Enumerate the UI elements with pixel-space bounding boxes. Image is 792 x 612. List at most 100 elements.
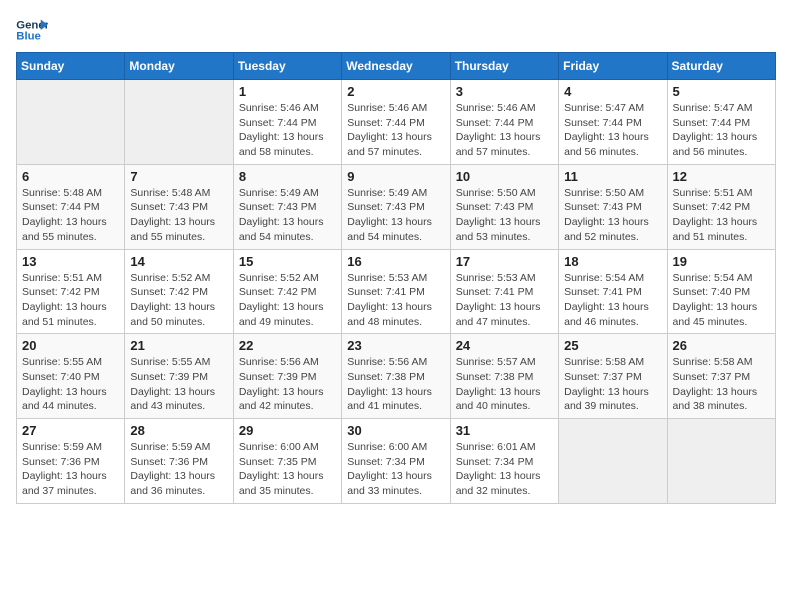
calendar-cell: 16 Sunrise: 5:53 AMSunset: 7:41 PMDayligh… bbox=[342, 249, 450, 334]
day-number: 25 bbox=[564, 338, 661, 353]
logo-icon: General Blue bbox=[16, 16, 48, 44]
weekday-header-sunday: Sunday bbox=[17, 53, 125, 80]
day-info: Sunrise: 5:56 AMSunset: 7:39 PMDaylight:… bbox=[239, 355, 336, 414]
calendar-cell: 20Sunrise: 5:55 AMSunset: 7:40 PMDayligh… bbox=[17, 334, 125, 419]
calendar-table: SundayMondayTuesdayWednesdayThursdayFrid… bbox=[16, 52, 776, 504]
calendar-cell: 25 Sunrise: 5:58 AMSunset: 7:37 PMDayligh… bbox=[559, 334, 667, 419]
calendar-cell: 26 Sunrise: 5:58 AMSunset: 7:37 PMDayligh… bbox=[667, 334, 775, 419]
weekday-header-friday: Friday bbox=[559, 53, 667, 80]
day-info: Sunrise: 5:51 AMSunset: 7:42 PMDaylight:… bbox=[22, 271, 119, 330]
day-info: Sunrise: 5:58 AMSunset: 7:37 PMDaylight:… bbox=[673, 355, 770, 414]
day-number: 17 bbox=[456, 254, 553, 269]
day-info: Sunrise: 5:55 AMSunset: 7:40 PMDaylight:… bbox=[22, 355, 119, 414]
day-number: 30 bbox=[347, 423, 444, 438]
day-info: Sunrise: 5:46 AMSunset: 7:44 PMDaylight:… bbox=[456, 101, 553, 160]
calendar-cell: 6Sunrise: 5:48 AMSunset: 7:44 PMDaylight… bbox=[17, 164, 125, 249]
weekday-header-monday: Monday bbox=[125, 53, 233, 80]
day-number: 21 bbox=[130, 338, 227, 353]
page-header: General Blue bbox=[16, 16, 776, 44]
weekday-header-tuesday: Tuesday bbox=[233, 53, 341, 80]
day-number: 3 bbox=[456, 84, 553, 99]
calendar-cell: 31 Sunrise: 6:01 AMSunset: 7:34 PMDayligh… bbox=[450, 419, 558, 504]
calendar-cell: 7 Sunrise: 5:48 AMSunset: 7:43 PMDaylight… bbox=[125, 164, 233, 249]
day-info: Sunrise: 5:54 AMSunset: 7:40 PMDaylight:… bbox=[673, 271, 770, 330]
calendar-cell: 9Sunrise: 5:49 AMSunset: 7:43 PMDaylight… bbox=[342, 164, 450, 249]
calendar-cell: 22 Sunrise: 5:56 AMSunset: 7:39 PMDayligh… bbox=[233, 334, 341, 419]
weekday-header-wednesday: Wednesday bbox=[342, 53, 450, 80]
calendar-cell bbox=[667, 419, 775, 504]
day-info: Sunrise: 5:57 AMSunset: 7:38 PMDaylight:… bbox=[456, 355, 553, 414]
calendar-cell: 27 Sunrise: 5:59 AMSunset: 7:36 PMDayligh… bbox=[17, 419, 125, 504]
calendar-cell: 5 Sunrise: 5:47 AMSunset: 7:44 PMDaylight… bbox=[667, 80, 775, 165]
day-number: 2 bbox=[347, 84, 444, 99]
calendar-week-1: 1Sunrise: 5:46 AMSunset: 7:44 PMDaylight… bbox=[17, 80, 776, 165]
day-number: 29 bbox=[239, 423, 336, 438]
calendar-week-2: 6Sunrise: 5:48 AMSunset: 7:44 PMDaylight… bbox=[17, 164, 776, 249]
calendar-cell: 4 Sunrise: 5:47 AMSunset: 7:44 PMDaylight… bbox=[559, 80, 667, 165]
day-info: Sunrise: 5:46 AMSunset: 7:44 PMDaylight:… bbox=[347, 101, 444, 160]
calendar-cell: 18 Sunrise: 5:54 AMSunset: 7:41 PMDayligh… bbox=[559, 249, 667, 334]
day-info: Sunrise: 5:59 AMSunset: 7:36 PMDaylight:… bbox=[22, 440, 119, 499]
day-number: 22 bbox=[239, 338, 336, 353]
day-info: Sunrise: 5:53 AMSunset: 7:41 PMDaylight:… bbox=[347, 271, 444, 330]
day-number: 15 bbox=[239, 254, 336, 269]
calendar-header: SundayMondayTuesdayWednesdayThursdayFrid… bbox=[17, 53, 776, 80]
calendar-cell bbox=[17, 80, 125, 165]
day-number: 18 bbox=[564, 254, 661, 269]
day-number: 23 bbox=[347, 338, 444, 353]
calendar-cell: 1Sunrise: 5:46 AMSunset: 7:44 PMDaylight… bbox=[233, 80, 341, 165]
day-info: Sunrise: 5:47 AMSunset: 7:44 PMDaylight:… bbox=[673, 101, 770, 160]
calendar-cell: 12 Sunrise: 5:51 AMSunset: 7:42 PMDayligh… bbox=[667, 164, 775, 249]
day-number: 12 bbox=[673, 169, 770, 184]
day-info: Sunrise: 6:00 AMSunset: 7:35 PMDaylight:… bbox=[239, 440, 336, 499]
calendar-cell bbox=[559, 419, 667, 504]
calendar-week-4: 20Sunrise: 5:55 AMSunset: 7:40 PMDayligh… bbox=[17, 334, 776, 419]
day-number: 4 bbox=[564, 84, 661, 99]
day-number: 19 bbox=[673, 254, 770, 269]
day-number: 28 bbox=[130, 423, 227, 438]
day-number: 14 bbox=[130, 254, 227, 269]
calendar-cell: 29 Sunrise: 6:00 AMSunset: 7:35 PMDayligh… bbox=[233, 419, 341, 504]
day-number: 26 bbox=[673, 338, 770, 353]
day-info: Sunrise: 6:00 AMSunset: 7:34 PMDaylight:… bbox=[347, 440, 444, 499]
calendar-cell: 10Sunrise: 5:50 AMSunset: 7:43 PMDayligh… bbox=[450, 164, 558, 249]
calendar-cell: 17Sunrise: 5:53 AMSunset: 7:41 PMDayligh… bbox=[450, 249, 558, 334]
calendar-cell: 19 Sunrise: 5:54 AMSunset: 7:40 PMDayligh… bbox=[667, 249, 775, 334]
day-info: Sunrise: 5:54 AMSunset: 7:41 PMDaylight:… bbox=[564, 271, 661, 330]
day-info: Sunrise: 5:49 AMSunset: 7:43 PMDaylight:… bbox=[239, 186, 336, 245]
calendar-cell: 24Sunrise: 5:57 AMSunset: 7:38 PMDayligh… bbox=[450, 334, 558, 419]
day-info: Sunrise: 5:56 AMSunset: 7:38 PMDaylight:… bbox=[347, 355, 444, 414]
calendar-cell: 8Sunrise: 5:49 AMSunset: 7:43 PMDaylight… bbox=[233, 164, 341, 249]
day-info: Sunrise: 5:50 AMSunset: 7:43 PMDaylight:… bbox=[564, 186, 661, 245]
day-number: 16 bbox=[347, 254, 444, 269]
day-number: 7 bbox=[130, 169, 227, 184]
calendar-cell: 14 Sunrise: 5:52 AMSunset: 7:42 PMDayligh… bbox=[125, 249, 233, 334]
weekday-header-saturday: Saturday bbox=[667, 53, 775, 80]
day-info: Sunrise: 5:50 AMSunset: 7:43 PMDaylight:… bbox=[456, 186, 553, 245]
day-number: 5 bbox=[673, 84, 770, 99]
day-info: Sunrise: 5:46 AMSunset: 7:44 PMDaylight:… bbox=[239, 101, 336, 160]
day-info: Sunrise: 5:52 AMSunset: 7:42 PMDaylight:… bbox=[239, 271, 336, 330]
day-info: Sunrise: 5:51 AMSunset: 7:42 PMDaylight:… bbox=[673, 186, 770, 245]
day-info: Sunrise: 5:59 AMSunset: 7:36 PMDaylight:… bbox=[130, 440, 227, 499]
day-info: Sunrise: 5:49 AMSunset: 7:43 PMDaylight:… bbox=[347, 186, 444, 245]
day-info: Sunrise: 5:58 AMSunset: 7:37 PMDaylight:… bbox=[564, 355, 661, 414]
day-info: Sunrise: 5:47 AMSunset: 7:44 PMDaylight:… bbox=[564, 101, 661, 160]
day-info: Sunrise: 5:52 AMSunset: 7:42 PMDaylight:… bbox=[130, 271, 227, 330]
calendar-cell: 21Sunrise: 5:55 AMSunset: 7:39 PMDayligh… bbox=[125, 334, 233, 419]
day-info: Sunrise: 6:01 AMSunset: 7:34 PMDaylight:… bbox=[456, 440, 553, 499]
day-number: 27 bbox=[22, 423, 119, 438]
calendar-cell bbox=[125, 80, 233, 165]
calendar-cell: 28 Sunrise: 5:59 AMSunset: 7:36 PMDayligh… bbox=[125, 419, 233, 504]
day-number: 31 bbox=[456, 423, 553, 438]
calendar-week-5: 27 Sunrise: 5:59 AMSunset: 7:36 PMDayligh… bbox=[17, 419, 776, 504]
weekday-header-thursday: Thursday bbox=[450, 53, 558, 80]
day-number: 6 bbox=[22, 169, 119, 184]
calendar-body: 1Sunrise: 5:46 AMSunset: 7:44 PMDaylight… bbox=[17, 80, 776, 504]
calendar-cell: 2 Sunrise: 5:46 AMSunset: 7:44 PMDaylight… bbox=[342, 80, 450, 165]
day-info: Sunrise: 5:48 AMSunset: 7:43 PMDaylight:… bbox=[130, 186, 227, 245]
weekday-header-row: SundayMondayTuesdayWednesdayThursdayFrid… bbox=[17, 53, 776, 80]
calendar-cell: 15 Sunrise: 5:52 AMSunset: 7:42 PMDayligh… bbox=[233, 249, 341, 334]
logo: General Blue bbox=[16, 16, 48, 44]
svg-text:Blue: Blue bbox=[16, 31, 41, 43]
